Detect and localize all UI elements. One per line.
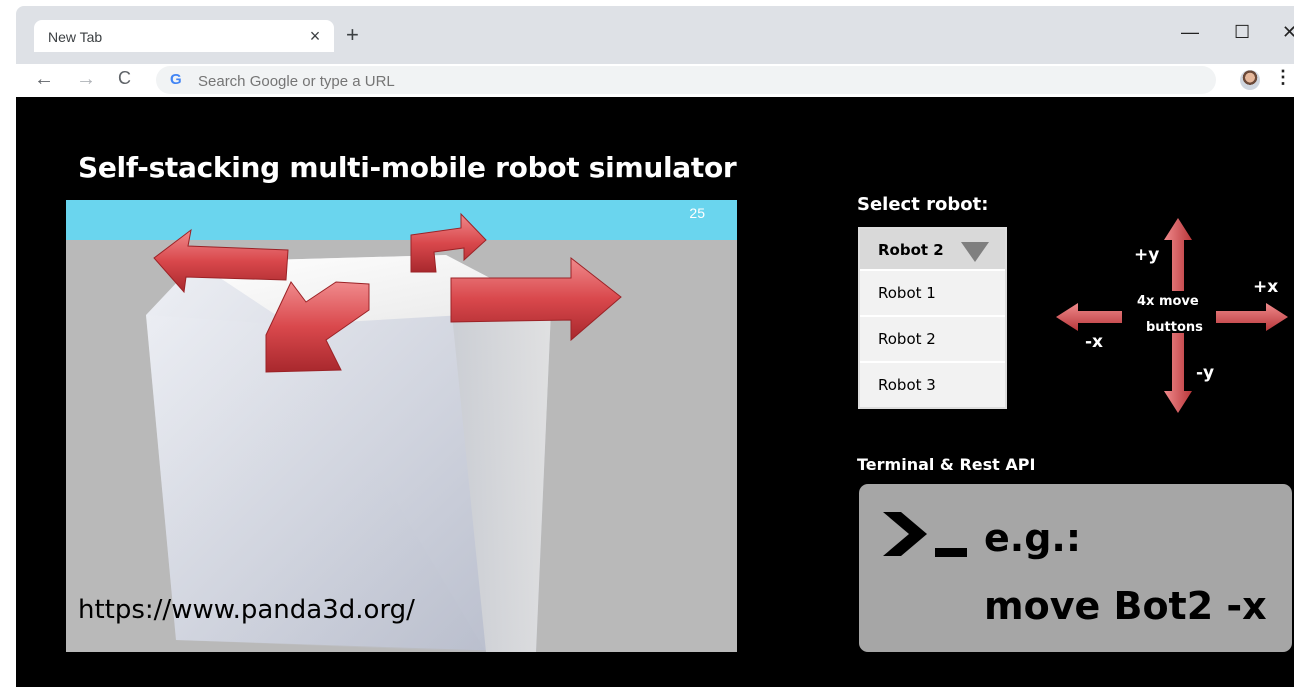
- move-buttons-caption-1: 4x move: [1137, 294, 1199, 309]
- minimize-icon[interactable]: —: [1181, 22, 1199, 43]
- new-tab-button[interactable]: +: [346, 22, 359, 48]
- fps-counter: 25: [689, 205, 705, 221]
- page-content: Self-stacking multi-mobile robot simulat…: [16, 97, 1294, 687]
- close-window-icon[interactable]: ✕: [1282, 22, 1294, 43]
- address-bar[interactable]: G: [156, 66, 1216, 94]
- robot-option[interactable]: Robot 2: [860, 317, 1005, 361]
- plus-y-label: +y: [1134, 245, 1160, 265]
- robot-option[interactable]: Robot 1: [860, 271, 1005, 315]
- chevron-down-icon[interactable]: [961, 242, 989, 262]
- search-input[interactable]: [196, 70, 1100, 92]
- google-icon: G: [170, 71, 182, 88]
- plus-x-label: +x: [1253, 277, 1279, 297]
- 3d-viewport[interactable]: 25 https://www.panda3d.org/: [66, 200, 737, 652]
- move-plus-x-button[interactable]: [1216, 303, 1288, 331]
- terminal-example-label: e.g.:: [984, 516, 1082, 560]
- maximize-icon[interactable]: ☐: [1234, 22, 1250, 43]
- browser-toolbar: ← → C G ⋮: [16, 64, 1294, 97]
- menu-dots-icon[interactable]: ⋮: [1274, 67, 1292, 88]
- scene-graphic: [66, 200, 737, 652]
- terminal-panel[interactable]: e.g.: move Bot2 -x: [859, 484, 1292, 652]
- back-arrow-icon[interactable]: ←: [34, 68, 54, 91]
- forward-arrow-icon[interactable]: →: [76, 68, 96, 91]
- tab-title: New Tab: [48, 29, 103, 45]
- page-title: Self-stacking multi-mobile robot simulat…: [78, 151, 737, 184]
- move-minus-y-button[interactable]: [1164, 333, 1192, 413]
- profile-avatar[interactable]: [1240, 70, 1260, 90]
- tab-new-tab[interactable]: New Tab ×: [34, 20, 334, 52]
- terminal-example-command: move Bot2 -x: [984, 584, 1267, 628]
- robot-option[interactable]: Robot 3: [860, 363, 1005, 407]
- move-plus-y-button[interactable]: [1164, 218, 1192, 291]
- terminal-label: Terminal & Rest API: [857, 455, 1036, 474]
- reload-icon[interactable]: C: [118, 68, 131, 89]
- source-url: https://www.panda3d.org/: [78, 595, 415, 625]
- robot-dropdown[interactable]: Robot 2 Robot 1 Robot 2 Robot 3: [858, 227, 1007, 409]
- sky: [66, 200, 737, 240]
- tab-close-icon[interactable]: ×: [305, 26, 325, 47]
- move-minus-x-button[interactable]: [1056, 303, 1122, 331]
- minus-x-label: -x: [1085, 332, 1104, 352]
- move-buttons-caption-2: buttons: [1146, 320, 1203, 335]
- select-robot-label: Select robot:: [857, 194, 989, 215]
- minus-y-label: -y: [1196, 363, 1215, 383]
- selected-robot: Robot 2: [878, 241, 944, 259]
- terminal-prompt-icon: [883, 512, 967, 557]
- robot-dropdown-selected[interactable]: Robot 2: [860, 229, 1005, 269]
